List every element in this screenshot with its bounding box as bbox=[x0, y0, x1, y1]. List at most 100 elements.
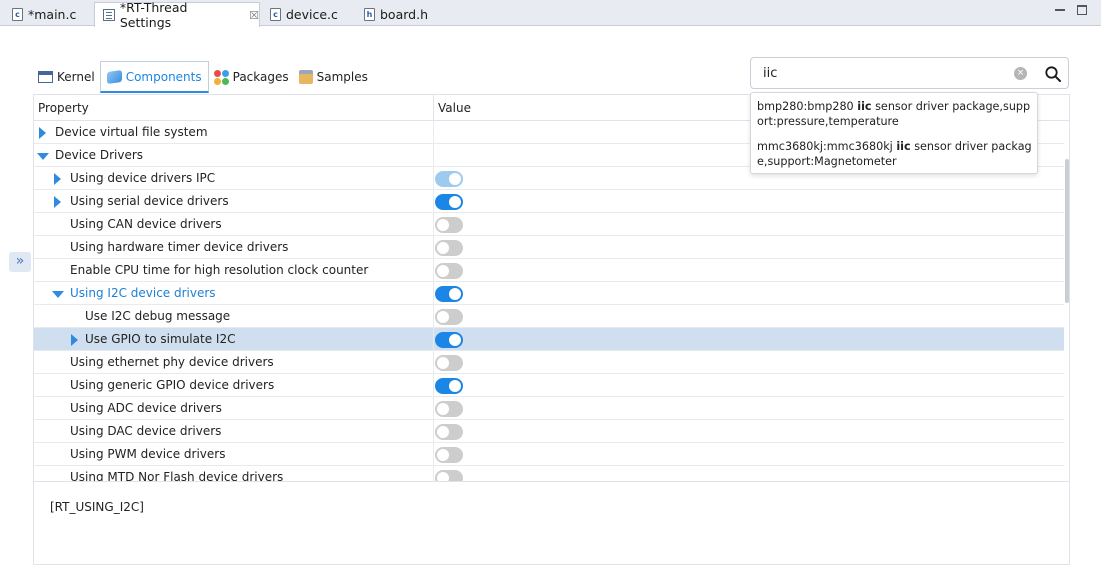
packages-icon bbox=[213, 69, 229, 85]
expand-arrow-down-icon[interactable] bbox=[52, 291, 64, 298]
tab-label: *RT-Thread Settings bbox=[119, 0, 188, 30]
tab-board-h[interactable]: h board.h bbox=[356, 2, 446, 26]
table-row[interactable]: Using serial device drivers bbox=[34, 190, 1064, 213]
column-divider bbox=[433, 305, 434, 328]
toggle-switch[interactable] bbox=[435, 240, 463, 256]
property-label: Using I2C device drivers bbox=[70, 286, 216, 300]
column-divider bbox=[433, 282, 434, 305]
search-suggestions: bmp280:bmp280 iic sensor driver package,… bbox=[750, 92, 1038, 174]
maximize-icon[interactable] bbox=[1077, 5, 1087, 15]
kernel-icon bbox=[38, 71, 53, 83]
toggle-switch[interactable] bbox=[435, 217, 463, 233]
tab-samples[interactable]: Samples bbox=[294, 61, 373, 93]
table-row[interactable]: Use GPIO to simulate I2C bbox=[34, 328, 1064, 351]
tab-label: *main.c bbox=[28, 6, 77, 22]
toggle-switch[interactable] bbox=[435, 309, 463, 325]
table-row[interactable]: Enable CPU time for high resolution cloc… bbox=[34, 259, 1064, 282]
settings-file-icon bbox=[103, 9, 115, 21]
table-row[interactable]: Use I2C debug message bbox=[34, 305, 1064, 328]
column-divider bbox=[433, 144, 434, 167]
toggle-switch[interactable] bbox=[435, 171, 463, 187]
column-divider bbox=[433, 328, 434, 351]
expand-arrow-right-icon[interactable] bbox=[71, 334, 78, 346]
toggle-switch[interactable] bbox=[435, 194, 463, 210]
c-file-icon: c bbox=[270, 7, 281, 21]
tab-main-c[interactable]: c *main.c bbox=[4, 2, 92, 26]
property-label: Using ethernet phy device drivers bbox=[70, 355, 274, 369]
vertical-scrollbar[interactable] bbox=[1065, 159, 1069, 303]
toggle-switch[interactable] bbox=[435, 401, 463, 417]
tab-kernel[interactable]: Kernel bbox=[33, 61, 100, 93]
minimize-icon[interactable] bbox=[1055, 9, 1065, 11]
toggle-switch[interactable] bbox=[435, 355, 463, 371]
toggle-switch[interactable] bbox=[435, 332, 463, 348]
search-value[interactable]: iic bbox=[763, 66, 777, 81]
tab-device-c[interactable]: c device.c bbox=[262, 2, 354, 26]
table-row[interactable]: Using I2C device drivers bbox=[34, 282, 1064, 305]
tab-rt-thread-settings[interactable]: *RT-Thread Settings ☒ bbox=[94, 0, 260, 30]
toggle-switch[interactable] bbox=[435, 378, 463, 394]
property-label: Using MTD Nor Flash device drivers bbox=[70, 470, 284, 482]
suggestion-match: iic bbox=[896, 140, 911, 153]
tab-components[interactable]: Components bbox=[99, 61, 209, 93]
expand-arrow-right-icon[interactable] bbox=[39, 127, 46, 139]
search-input[interactable]: iic × bbox=[750, 57, 1069, 89]
category-tab-bar: Kernel Components Packages Samples bbox=[33, 61, 373, 93]
property-label: Device virtual file system bbox=[55, 125, 208, 139]
close-icon[interactable]: ☒ bbox=[249, 9, 259, 22]
table-row[interactable]: Using ADC device drivers bbox=[34, 397, 1064, 420]
property-label: Device Drivers bbox=[55, 148, 144, 162]
column-divider bbox=[433, 420, 434, 443]
clear-search-icon[interactable]: × bbox=[1014, 67, 1027, 80]
property-label: Using CAN device drivers bbox=[70, 217, 222, 231]
column-divider bbox=[433, 190, 434, 213]
expand-sidebar-icon[interactable]: » bbox=[9, 252, 31, 272]
tab-label: Components bbox=[125, 69, 202, 84]
components-icon bbox=[106, 69, 122, 84]
expand-arrow-right-icon[interactable] bbox=[54, 196, 61, 208]
property-label: Enable CPU time for high resolution cloc… bbox=[70, 263, 369, 277]
column-header-value[interactable]: Value bbox=[438, 101, 471, 115]
column-divider bbox=[433, 167, 434, 190]
property-label: Use GPIO to simulate I2C bbox=[85, 332, 236, 346]
column-header-property[interactable]: Property bbox=[38, 101, 89, 115]
property-label: Using ADC device drivers bbox=[70, 401, 222, 415]
tab-label: board.h bbox=[380, 6, 428, 22]
property-label: Using serial device drivers bbox=[70, 194, 229, 208]
property-label: Using device drivers IPC bbox=[70, 171, 216, 185]
table-row[interactable]: Using ethernet phy device drivers bbox=[34, 351, 1064, 374]
h-file-icon: h bbox=[364, 7, 375, 21]
description-panel: [RT_USING_I2C] bbox=[33, 482, 1070, 565]
table-row[interactable]: Using hardware timer device drivers bbox=[34, 236, 1064, 259]
suggestion-item[interactable]: mmc3680kj:mmc3680kj iic sensor driver pa… bbox=[757, 139, 1033, 169]
tab-packages[interactable]: Packages bbox=[209, 61, 294, 93]
toggle-switch[interactable] bbox=[435, 470, 463, 481]
property-label: Use I2C debug message bbox=[85, 309, 231, 323]
suggestion-item[interactable]: bmp280:bmp280 iic sensor driver package,… bbox=[757, 99, 1033, 129]
suggestion-text: bmp280:bmp280 bbox=[757, 100, 858, 113]
macro-name: [RT_USING_I2C] bbox=[50, 500, 144, 514]
suggestion-match: iic bbox=[857, 100, 872, 113]
table-row[interactable]: Using MTD Nor Flash device drivers bbox=[34, 466, 1064, 482]
search-icon[interactable] bbox=[1044, 65, 1062, 83]
property-label: Using hardware timer device drivers bbox=[70, 240, 289, 254]
toggle-switch[interactable] bbox=[435, 447, 463, 463]
column-divider bbox=[433, 351, 434, 374]
samples-icon bbox=[298, 70, 313, 84]
table-row[interactable]: Using generic GPIO device drivers bbox=[34, 374, 1064, 397]
table-row[interactable]: Using PWM device drivers bbox=[34, 443, 1064, 466]
c-file-icon: c bbox=[12, 7, 23, 21]
table-row[interactable]: Using DAC device drivers bbox=[34, 420, 1064, 443]
toggle-switch[interactable] bbox=[435, 286, 463, 302]
column-divider bbox=[433, 259, 434, 282]
tab-label: Packages bbox=[232, 70, 289, 84]
expand-arrow-right-icon[interactable] bbox=[54, 173, 61, 185]
toggle-switch[interactable] bbox=[435, 263, 463, 279]
table-row[interactable]: Using CAN device drivers bbox=[34, 213, 1064, 236]
property-label: Using PWM device drivers bbox=[70, 447, 226, 461]
tab-label: Kernel bbox=[57, 70, 95, 84]
column-divider bbox=[433, 374, 434, 397]
expand-arrow-down-icon[interactable] bbox=[37, 153, 49, 160]
toggle-switch[interactable] bbox=[435, 424, 463, 440]
column-divider bbox=[433, 95, 434, 121]
